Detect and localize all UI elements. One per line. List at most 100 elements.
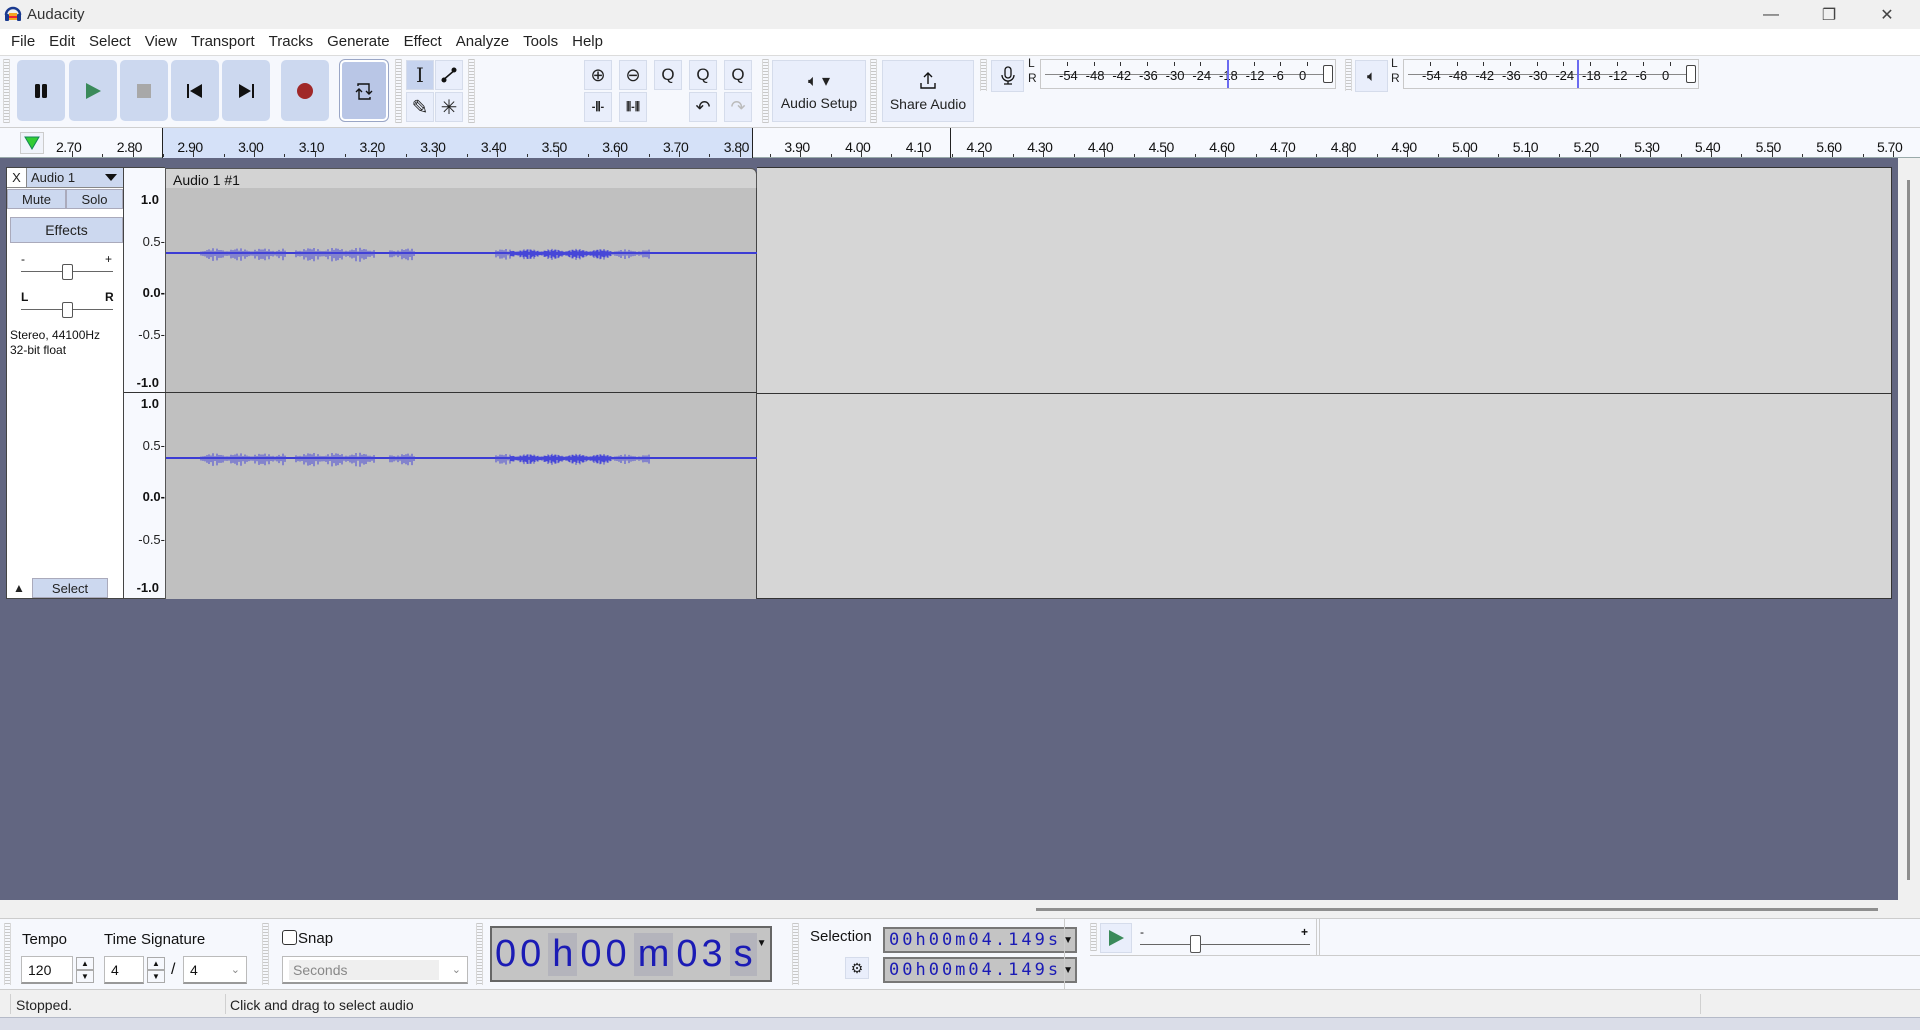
numerator-up-icon[interactable]: ▲ xyxy=(147,957,165,970)
time-signature-denominator-select[interactable]: 4 ⌄ xyxy=(183,956,247,984)
toolbar-grip[interactable] xyxy=(262,923,269,985)
play-at-speed-button[interactable] xyxy=(1100,923,1132,953)
loop-button[interactable] xyxy=(340,60,388,121)
toolbar-grip[interactable] xyxy=(1090,923,1097,951)
audio-setup-button[interactable]: 🔈︎ ▾ Audio Setup xyxy=(772,60,866,122)
record-button[interactable] xyxy=(281,60,329,121)
menu-generate[interactable]: Generate xyxy=(320,29,397,55)
toolbar-grip[interactable] xyxy=(870,59,877,123)
ruler-tick-label: 4.80 xyxy=(1330,139,1357,155)
close-track-button[interactable]: X xyxy=(7,168,27,188)
ruler-tick-label: 5.30 xyxy=(1634,139,1660,155)
pan-slider-thumb[interactable] xyxy=(62,302,73,318)
tempo-up-icon[interactable]: ▲ xyxy=(76,957,94,970)
skip-to-end-button[interactable] xyxy=(222,60,270,121)
menu-analyze[interactable]: Analyze xyxy=(449,29,516,55)
speed-slider-thumb[interactable] xyxy=(1190,935,1201,953)
draw-tool-button[interactable]: ✎ xyxy=(406,92,434,122)
audio-clip[interactable] xyxy=(165,172,758,599)
timeline-options-button[interactable] xyxy=(20,132,44,154)
menu-select[interactable]: Select xyxy=(82,29,138,55)
playback-meter-button[interactable]: 🔈︎ xyxy=(1355,60,1388,92)
skip-to-start-button[interactable] xyxy=(171,60,219,121)
pause-button[interactable] xyxy=(17,60,65,121)
toolbar-grip[interactable] xyxy=(3,59,10,123)
snap-unit-select[interactable]: Seconds ⌄ xyxy=(282,956,468,984)
tempo-down-icon[interactable]: ▼ xyxy=(76,970,94,983)
silence-audio-button[interactable]: ⫼-⫼ xyxy=(619,92,647,122)
fit-selection-button[interactable]: Q xyxy=(654,60,682,90)
time-display[interactable]: 00 h 00 m 03 s ▼ xyxy=(490,926,772,982)
close-window-button[interactable]: ✕ xyxy=(1858,0,1916,29)
toolbar-grip[interactable] xyxy=(792,923,799,985)
menu-transport[interactable]: Transport xyxy=(184,29,262,55)
fit-project-button[interactable]: Q xyxy=(689,60,717,90)
time-hours: 00 xyxy=(492,932,549,976)
snap-checkbox[interactable] xyxy=(282,930,297,945)
toolbar-grip[interactable] xyxy=(980,59,987,91)
toolbar-grip[interactable] xyxy=(1345,59,1352,91)
multi-tool-button[interactable]: ✳ xyxy=(435,92,463,122)
ruler-minor-tick xyxy=(1012,154,1014,157)
maximize-button[interactable]: ❐ xyxy=(1800,0,1858,29)
menu-help[interactable]: Help xyxy=(565,29,610,55)
selection-settings-button[interactable]: ⚙ xyxy=(845,957,869,979)
play-button[interactable] xyxy=(69,60,117,121)
menu-tracks[interactable]: Tracks xyxy=(262,29,320,55)
zoom-out-button[interactable]: ⊖ xyxy=(619,60,647,90)
trim-audio-button[interactable]: -⫼- xyxy=(584,92,612,122)
effects-button[interactable]: Effects xyxy=(10,217,123,243)
minimize-button[interactable]: — xyxy=(1742,0,1800,29)
time-signature-numerator-input[interactable]: 4 xyxy=(104,956,144,984)
selection-tool-button[interactable]: I xyxy=(406,60,434,90)
envelope-tool-button[interactable] xyxy=(435,60,463,90)
track-name-menu[interactable]: Audio 1 xyxy=(27,168,123,188)
timeline-ruler[interactable]: 2.70 2.80 2.90 3.00 3.10 3.20 3.30 3.40 3.50 3.60… xyxy=(0,128,1920,158)
meter-tick xyxy=(1510,62,1511,66)
gain-slider-thumb[interactable] xyxy=(62,264,73,280)
share-audio-button[interactable]: Share Audio xyxy=(882,60,974,122)
stop-button[interactable] xyxy=(120,60,168,121)
solo-button[interactable]: Solo xyxy=(66,189,123,209)
ruler-tick-mark xyxy=(1043,151,1045,157)
record-meter-button[interactable] xyxy=(991,60,1024,92)
vertical-scrollbar[interactable] xyxy=(1907,180,1910,880)
undo-button[interactable]: ↶ xyxy=(689,92,717,122)
record-meter[interactable]: -54-48-42-36-30-24-18-12-60 xyxy=(1040,59,1336,89)
select-track-button[interactable]: Select xyxy=(32,578,108,598)
meter-gain-thumb[interactable] xyxy=(1686,65,1696,83)
status-hint: Click and drag to select audio xyxy=(230,997,414,1013)
toolbar-grip[interactable] xyxy=(395,59,402,123)
menu-tools[interactable]: Tools xyxy=(516,29,565,55)
meter-gain-thumb[interactable] xyxy=(1323,65,1333,83)
selection-boundary[interactable] xyxy=(162,128,163,158)
tempo-input[interactable]: 120 xyxy=(21,956,73,984)
ruler-tick-label: 5.40 xyxy=(1694,139,1721,155)
meter-scale-label: -6 xyxy=(1635,68,1647,83)
selection-end-field[interactable]: 00h00m04.149s ▼ xyxy=(883,957,1077,983)
toolbar-grip[interactable] xyxy=(762,59,769,123)
zoom-in-button[interactable]: ⊕ xyxy=(584,60,612,90)
toolbar-grip[interactable] xyxy=(468,59,475,123)
selection-boundary[interactable] xyxy=(752,128,753,158)
menu-edit[interactable]: Edit xyxy=(42,29,82,55)
menu-view[interactable]: View xyxy=(138,29,184,55)
empty-track-area[interactable] xyxy=(757,167,1892,599)
clip-title-bar[interactable]: Audio 1 #1 xyxy=(165,168,757,188)
playback-meter[interactable]: -54 -48 -42 -36 -30 -24 -18 -12 -6 0 xyxy=(1403,59,1699,89)
collapse-track-button[interactable]: ▲ xyxy=(7,578,31,598)
mute-button[interactable]: Mute xyxy=(7,189,66,209)
numerator-down-icon[interactable]: ▼ xyxy=(147,970,165,983)
toolbar-grip[interactable] xyxy=(4,923,11,985)
menu-effect[interactable]: Effect xyxy=(397,29,449,55)
menu-file[interactable]: File xyxy=(4,29,42,55)
selection-start-field[interactable]: 00h00m04.149s ▼ xyxy=(883,927,1077,953)
toolbar-grip[interactable] xyxy=(476,923,483,985)
time-format-menu-icon[interactable]: ▼ xyxy=(757,938,767,949)
tempo-spinner[interactable]: ▲ ▼ xyxy=(76,957,94,983)
numerator-spinner[interactable]: ▲ ▼ xyxy=(147,957,165,983)
zoom-toggle-button[interactable]: Q xyxy=(724,60,752,90)
playhead-position[interactable] xyxy=(950,128,951,158)
share-audio-label: Share Audio xyxy=(889,96,967,112)
horizontal-scrollbar[interactable] xyxy=(1036,908,1878,911)
